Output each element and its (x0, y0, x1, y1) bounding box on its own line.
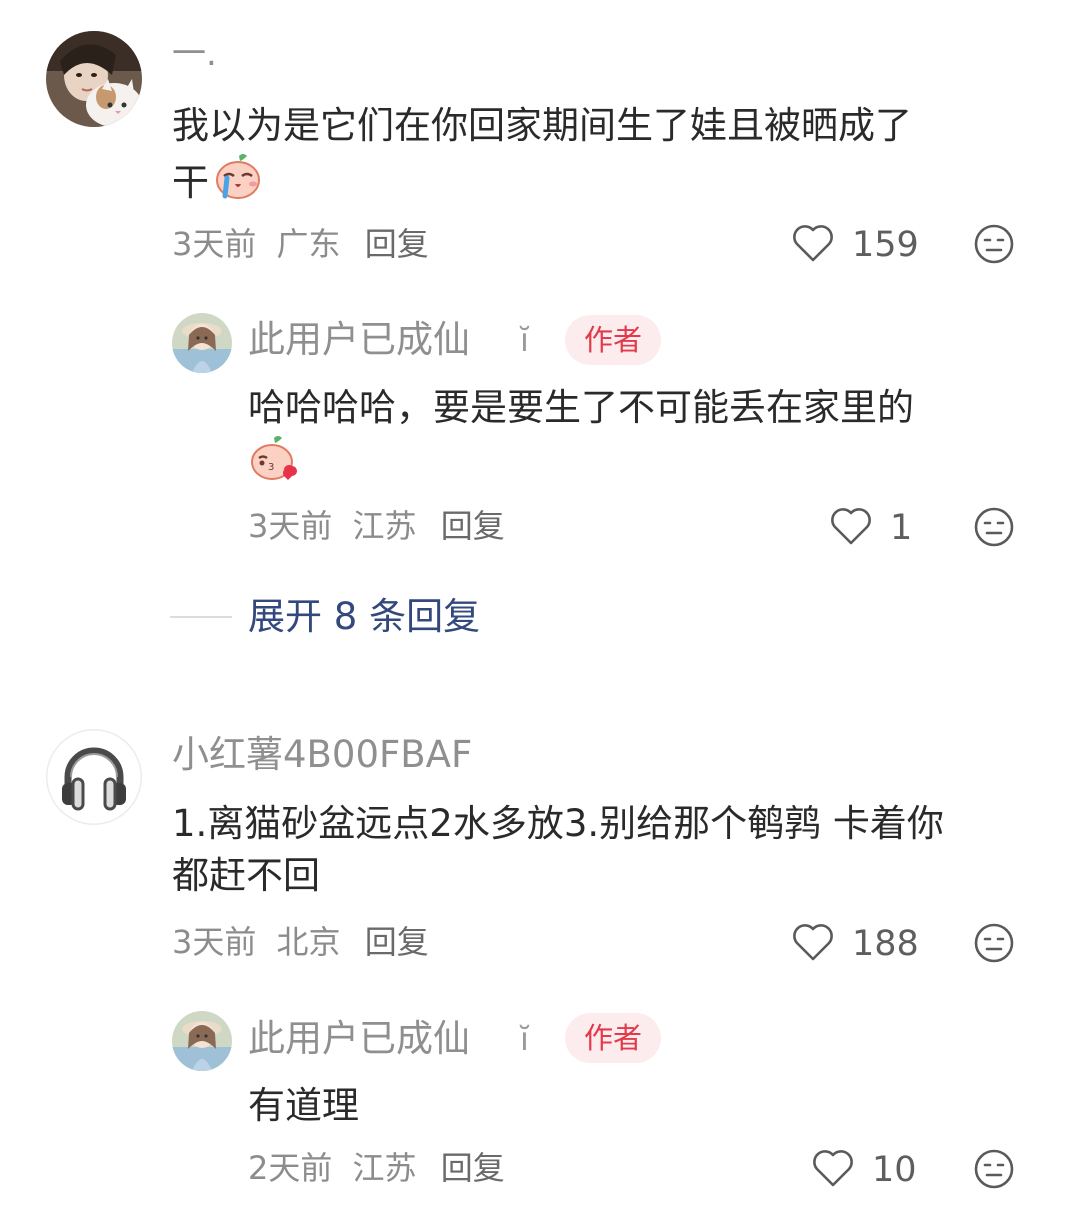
reply-meta: 3天前 江苏 回复 (248, 510, 505, 542)
meh-face-icon[interactable] (973, 223, 1015, 269)
comment-meta: 3天前 广东 回复 (172, 228, 429, 260)
reply-text: 有道理 (248, 1080, 359, 1132)
reply-text-line: 哈哈哈哈，要是要生了不可能丢在家里的 (248, 386, 914, 429)
expand-replies-button[interactable]: 展开 8 条回复 (170, 598, 480, 635)
like-button[interactable]: 159 (792, 223, 919, 267)
svg-text:3: 3 (268, 462, 274, 473)
comment-text-line: 我以为是它们在你回家期间生了娃且被晒成了 (172, 104, 912, 147)
comment-username[interactable]: 小红薯4B00FBAF (172, 736, 472, 773)
reply-username[interactable]: 此用户已成仙 (248, 321, 470, 358)
like-count: 1 (890, 507, 913, 548)
reply-location: 江苏 (352, 507, 417, 545)
user-avatar[interactable] (46, 729, 142, 825)
user-avatar[interactable] (46, 31, 142, 127)
comment-text-line: 1.离猫砂盆远点2水多放3.别给那个鹌鹑 卡着你 (172, 802, 944, 845)
like-count: 159 (852, 224, 919, 265)
comment-username[interactable]: 一. (172, 37, 217, 71)
comment-time: 3天前 (172, 225, 257, 263)
like-button[interactable]: 188 (792, 922, 919, 966)
heart-outline-icon (812, 1148, 854, 1192)
author-badge: 作者 (565, 315, 661, 365)
reply-username[interactable]: 此用户已成仙 (248, 1020, 470, 1057)
author-badge: 作者 (565, 1013, 661, 1063)
reply-text-line: 有道理 (248, 1084, 359, 1127)
heart-outline-icon (792, 223, 834, 267)
reply-location: 江苏 (352, 1149, 417, 1187)
comment-meta: 3天前 北京 回复 (172, 926, 429, 958)
comment-text-line: 干 (172, 152, 912, 214)
comment-text: 1.离猫砂盆远点2水多放3.别给那个鹌鹑 卡着你 都赶不回 (172, 798, 944, 902)
comment-location: 北京 (276, 923, 341, 961)
reply-avatar[interactable] (172, 313, 232, 373)
user-level-mark: ĭ (520, 321, 529, 359)
like-count: 10 (872, 1149, 917, 1190)
reply-text: 哈哈哈哈，要是要生了不可能丢在家里的 3 (248, 382, 914, 496)
meh-face-icon[interactable] (973, 922, 1015, 968)
meh-face-icon[interactable] (973, 506, 1015, 552)
heart-outline-icon (830, 506, 872, 550)
reply-text-line: 3 (248, 434, 914, 496)
like-button[interactable]: 1 (830, 506, 912, 550)
crying-peach-emoji (213, 152, 263, 214)
headphones-icon (62, 747, 126, 811)
reply-button[interactable]: 回复 (365, 225, 429, 263)
expand-replies-label: 展开 8 条回复 (248, 595, 481, 638)
reply-meta: 2天前 江苏 回复 (248, 1152, 505, 1184)
comment-text: 我以为是它们在你回家期间生了娃且被晒成了 干 (172, 100, 912, 214)
comment-location: 广东 (276, 225, 341, 263)
comment-time: 3天前 (172, 923, 257, 961)
reply-time: 2天前 (248, 1149, 333, 1187)
reply-time: 3天前 (248, 507, 333, 545)
meh-face-icon[interactable] (973, 1148, 1015, 1194)
reply-avatar[interactable] (172, 1011, 232, 1071)
like-count: 188 (852, 923, 919, 964)
like-button[interactable]: 10 (812, 1148, 917, 1192)
heart-outline-icon (792, 922, 834, 966)
comment-text-line: 都赶不回 (172, 854, 320, 897)
reply-button[interactable]: 回复 (441, 507, 505, 545)
reply-button[interactable]: 回复 (365, 923, 429, 961)
divider-line (170, 615, 232, 618)
reply-button[interactable]: 回复 (441, 1149, 505, 1187)
kissing-peach-emoji: 3 (248, 434, 298, 496)
user-level-mark: ĭ (520, 1020, 529, 1058)
